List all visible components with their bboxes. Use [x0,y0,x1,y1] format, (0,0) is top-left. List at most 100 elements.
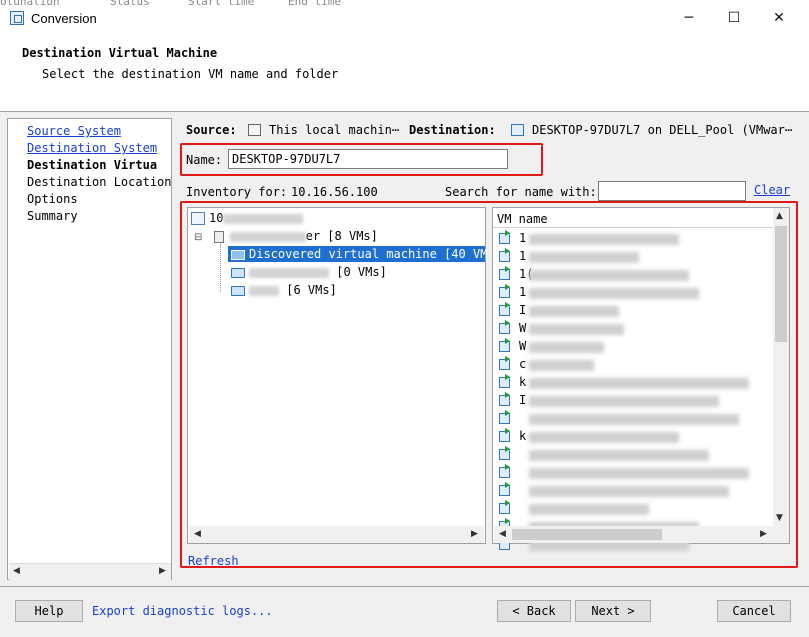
scrollbar-thumb[interactable] [512,529,662,540]
refresh-link[interactable]: Refresh [188,554,239,568]
vm-list-item[interactable] [497,446,767,464]
vm-list-item[interactable]: 1 [497,230,767,248]
export-diagnostic-logs-link[interactable]: Export diagnostic logs... [92,604,273,618]
redacted-text [529,324,624,335]
nav-item-summary: Summary [27,209,78,223]
vm-name-text: k [519,375,527,389]
vm-list-item[interactable]: W [497,338,767,356]
vm-list-item[interactable]: c [497,356,767,374]
vm-list-item[interactable]: 1( [497,266,767,284]
vm-list-item[interactable] [497,410,767,428]
computer-icon [248,124,261,136]
vm-list-item[interactable]: k [497,374,767,392]
redacted-text [529,252,639,263]
redacted-text [223,213,304,224]
close-button[interactable]: ✕ [759,4,799,32]
ghost-column-header: Start time [188,0,255,8]
scroll-down-icon[interactable]: ▼ [776,513,783,523]
tree-folder[interactable]: [6 VMs] [231,282,337,298]
minimize-button[interactable]: ─ [669,4,709,32]
tree-root-vcenter[interactable]: 10 [191,210,304,226]
source-value: This local machin⋯ [269,123,400,137]
redacted-text [529,306,619,317]
vm-name-text: W [519,321,527,335]
redacted-text [529,270,689,281]
redacted-text [529,360,594,371]
vm-list-item[interactable]: 1 [497,284,767,302]
vm-name-input[interactable] [228,149,508,169]
scroll-left-icon[interactable]: ◀ [499,529,506,539]
folder-label: [6 VMs] [286,283,337,297]
vm-powered-on-icon [499,302,510,316]
page-title: Destination Virtual Machine [22,46,218,60]
vm-name-text: I [519,393,527,407]
tree-folder-discovered[interactable]: Discovered virtual machine [40 VM [228,246,487,262]
vm-powered-on-icon [499,266,510,280]
folder-label: [0 VMs] [336,265,387,279]
destination-value: DESKTOP-97DU7L7 on DELL_Pool (VMwar⋯ [532,123,793,137]
redacted-text [529,414,739,425]
scrollbar-thumb[interactable] [775,226,787,342]
scroll-right-icon[interactable]: ▶ [159,566,166,576]
nav-item-options: Options [27,192,78,206]
redacted-text [529,378,749,389]
vm-powered-on-icon [499,446,510,460]
inventory-tree[interactable]: 10 ⊟ er [8 VMs] Discovered virtual machi… [187,207,487,544]
vm-list-item[interactable] [497,482,767,500]
redacted-text [249,267,329,278]
vm-list-item[interactable] [497,500,767,518]
wizard-header: Destination Virtual Machine Select the d… [0,36,809,112]
vm-list-item[interactable]: k [497,428,767,446]
help-button[interactable]: Help [15,600,83,622]
vm-name-text: I [519,303,527,317]
tree-datacenter[interactable]: ⊟ er [8 VMs] [194,228,378,244]
vm-powered-on-icon [499,374,510,388]
vm-powered-on-icon [499,392,510,406]
vm-powered-on-icon [499,428,510,442]
destination-label: Destination: [409,123,496,137]
vm-name-text: 1 [519,285,527,299]
nav-item-destination-system[interactable]: Destination System [27,141,157,155]
vm-vertical-scrollbar[interactable]: ▲ ▼ [773,208,789,526]
vm-list-item[interactable] [497,464,767,482]
vm-name-column-header[interactable]: VM name [493,208,773,228]
nav-item-destination-virtual-machine: Destination Virtua [27,158,158,172]
tree-horizontal-scrollbar[interactable]: ◀ ▶ [189,526,484,543]
vm-powered-on-icon [499,500,510,514]
folder-open-icon [231,285,245,296]
ghost-column-header: End time [288,0,341,8]
vm-powered-on-icon [499,482,510,496]
vm-list-item[interactable]: W [497,320,767,338]
tree-folder[interactable]: [0 VMs] [231,264,387,280]
redacted-text [529,342,604,353]
window-title: Conversion [31,11,97,26]
collapse-icon[interactable]: ⊟ [194,232,202,243]
ghost-column-header: otunation [0,0,60,8]
vm-horizontal-scrollbar[interactable]: ◀ ▶ [494,526,789,543]
footer-divider [0,586,809,587]
redacted-text [529,450,709,461]
nav-item-source-system[interactable]: Source System [27,124,121,138]
nav-item-destination-location: Destination Location [27,175,172,189]
scroll-right-icon[interactable]: ▶ [760,529,767,539]
scroll-right-icon[interactable]: ▶ [471,529,478,539]
back-button[interactable]: < Back [497,600,571,622]
scroll-up-icon[interactable]: ▲ [776,211,783,221]
scroll-left-icon[interactable]: ◀ [13,566,20,576]
vm-list-item[interactable]: 1 [497,248,767,266]
nav-horizontal-scrollbar[interactable]: ◀ ▶ [9,563,171,580]
clear-link[interactable]: Clear [754,183,790,197]
next-button[interactable]: Next > [575,600,651,622]
vm-list[interactable]: VM name 1 1 1(1 I W Wc k Ik ▲ ▼ ◀ ▶ [492,207,790,551]
maximize-button[interactable]: ☐ [714,4,754,32]
vm-powered-on-icon [499,338,510,352]
cancel-button[interactable]: Cancel [717,600,791,622]
vm-list-item[interactable]: I [497,302,767,320]
scroll-left-icon[interactable]: ◀ [194,529,201,539]
redacted-text [249,285,279,296]
vm-list-item[interactable]: I [497,392,767,410]
search-input[interactable] [598,181,746,201]
conversion-app-icon [10,11,24,25]
tree-root-label: 10 [209,211,224,225]
column-header-label: VM name [497,212,548,226]
